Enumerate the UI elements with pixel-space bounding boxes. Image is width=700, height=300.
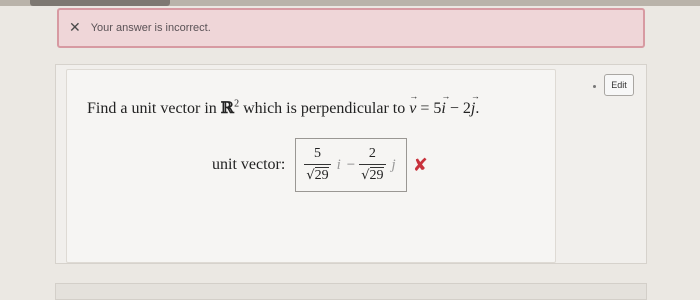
question-equals: = 5 <box>416 100 442 117</box>
term2-numerator: 2 <box>368 146 376 161</box>
term2-unit: j <box>391 156 396 173</box>
question-text: Find a unit vector in ℝ2 which is perpen… <box>87 91 480 118</box>
answer-input[interactable]: 5 √29 i − 2 √29 j <box>295 138 407 192</box>
term1-denominator: √29 <box>304 164 331 184</box>
question-panel: Find a unit vector in ℝ 2 which is perpen… <box>55 64 647 264</box>
term1-radicand: 29 <box>314 167 329 183</box>
vector-j: j <box>471 91 476 118</box>
answer-row: unit vector: 5 √29 i − 2 √29 j ✘ <box>212 138 428 192</box>
dot-indicator <box>593 85 596 88</box>
term2-denominator: √29 <box>359 164 386 184</box>
question-minus: − 2 <box>445 100 471 117</box>
question-middle: which is perpendicular to <box>239 100 410 117</box>
answer-operator: − <box>346 156 356 173</box>
term1-numerator: 5 <box>313 146 321 161</box>
bottom-bar <box>55 283 647 300</box>
top-strip <box>0 0 700 6</box>
fraction-term1: 5 √29 <box>304 146 331 184</box>
question-prefix: Find a unit vector in <box>87 100 221 117</box>
sqrt-icon: √ <box>306 168 315 183</box>
vector-i: i <box>441 91 446 118</box>
alert-message: Your answer is incorrect. <box>90 22 211 34</box>
fraction-term2: 2 √29 <box>359 146 386 184</box>
term2-radicand: 29 <box>369 167 384 183</box>
x-mark-icon: ✘ <box>412 154 428 176</box>
top-tab[interactable] <box>30 0 170 6</box>
incorrect-alert: ✕ Your answer is incorrect. <box>57 8 645 48</box>
close-icon: ✕ <box>69 20 81 36</box>
vector-v: v <box>409 91 416 118</box>
question-suffix: . <box>475 100 480 117</box>
space-symbol: ℝ <box>220 98 235 117</box>
term1-unit: i <box>336 156 341 173</box>
sqrt-icon: √ <box>361 168 370 183</box>
edit-button[interactable]: Edit <box>604 74 634 96</box>
answer-label: unit vector: <box>212 156 286 173</box>
question-box: Find a unit vector in ℝ 2 which is perpen… <box>66 69 556 263</box>
